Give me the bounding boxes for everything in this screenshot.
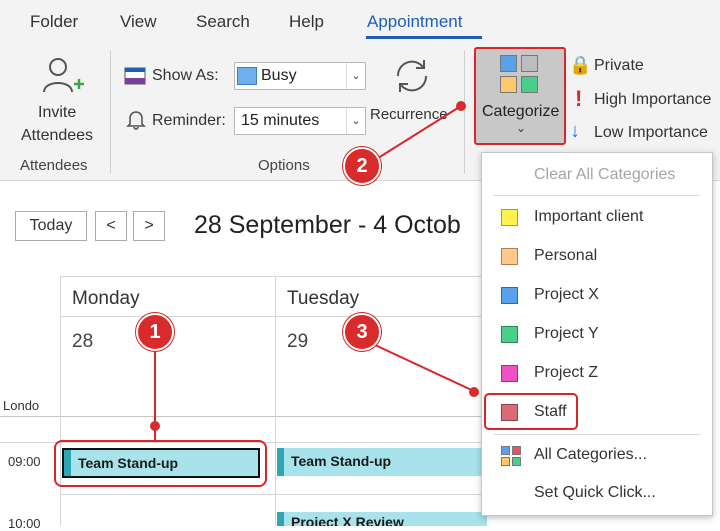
menu-divider — [494, 195, 700, 196]
menu-item-label: Clear All Categories — [534, 166, 676, 183]
category-color-swatch — [501, 365, 518, 382]
category-item-project-x[interactable]: Project X — [482, 277, 712, 313]
category-item-project-y[interactable]: Project Y — [482, 316, 712, 352]
all-categories-item[interactable]: All Categories... — [482, 437, 712, 473]
connector-dot — [469, 387, 479, 397]
clear-all-categories-item[interactable]: Clear All Categories — [482, 157, 712, 193]
connector-dot — [150, 421, 160, 431]
category-item-project-z[interactable]: Project Z — [482, 355, 712, 391]
category-color-swatch — [501, 248, 518, 265]
category-color-swatch — [501, 287, 518, 304]
step-marker-2: 2 — [343, 147, 381, 185]
menu-item-label: Set Quick Click... — [534, 484, 656, 501]
menu-item-label: Staff — [534, 403, 567, 420]
connector-dot — [456, 101, 466, 111]
menu-item-label: Project X — [534, 286, 599, 303]
set-quick-click-item[interactable]: Set Quick Click... — [482, 475, 712, 511]
step-marker-1: 1 — [136, 313, 174, 351]
menu-item-label: All Categories... — [534, 446, 647, 463]
categorize-icon — [501, 446, 521, 466]
menu-item-label: Project Z — [534, 364, 599, 381]
category-item-staff[interactable]: Staff — [482, 393, 712, 430]
menu-item-label: Project Y — [534, 325, 599, 342]
menu-item-label: Important client — [534, 208, 644, 225]
category-color-swatch — [501, 326, 518, 343]
category-color-swatch — [501, 209, 518, 226]
category-item-important-client[interactable]: Important client — [482, 199, 712, 235]
categorize-menu: Clear All Categories Important client Pe… — [481, 152, 713, 516]
menu-item-label: Personal — [534, 247, 598, 264]
step-marker-3: 3 — [343, 313, 381, 351]
category-color-swatch — [501, 404, 518, 421]
menu-divider — [494, 434, 700, 435]
category-item-personal[interactable]: Personal — [482, 238, 712, 274]
